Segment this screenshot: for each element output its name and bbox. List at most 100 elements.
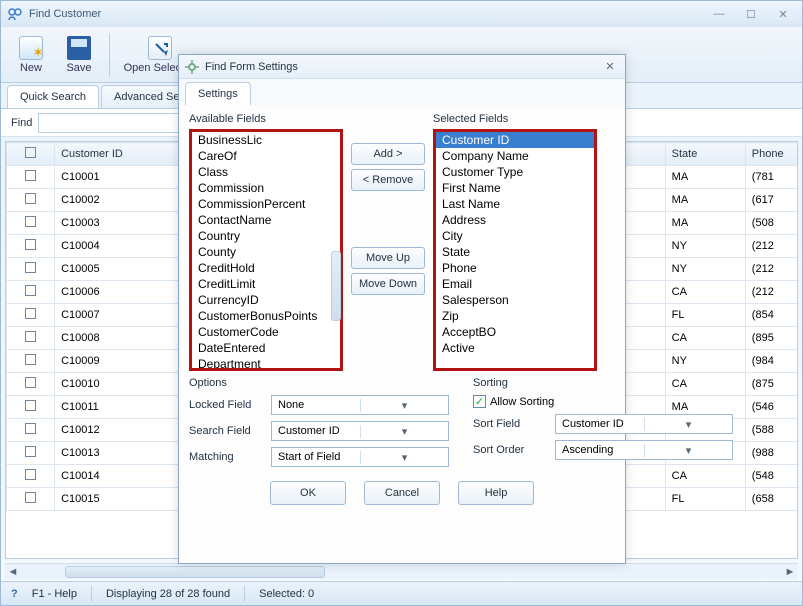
dialog-close-button[interactable]: ✕	[601, 60, 619, 73]
selected-fields-label: Selected Fields	[433, 111, 597, 129]
sort-order-label: Sort Order	[473, 444, 549, 456]
maximize-button[interactable]: ☐	[738, 5, 764, 23]
row-checkbox[interactable]	[7, 281, 55, 304]
chevron-down-icon: ▾	[360, 399, 448, 412]
list-item[interactable]: Class	[192, 164, 340, 180]
row-checkbox[interactable]	[7, 350, 55, 373]
scroll-left-icon[interactable]: ◄	[5, 564, 21, 580]
list-item[interactable]: CustomerCode	[192, 324, 340, 340]
row-checkbox[interactable]	[7, 235, 55, 258]
dialog-title: Find Form Settings	[205, 61, 601, 73]
column-header[interactable]: Phone	[745, 143, 798, 166]
column-header[interactable]: State	[665, 143, 745, 166]
list-item[interactable]: Phone	[436, 260, 594, 276]
scroll-right-icon[interactable]: ►	[782, 564, 798, 580]
save-button[interactable]: Save	[57, 30, 101, 80]
locked-field-label: Locked Field	[189, 399, 265, 411]
scroll-thumb[interactable]	[65, 566, 325, 578]
row-checkbox[interactable]	[7, 442, 55, 465]
selected-fields-listbox[interactable]: Customer IDCompany NameCustomer TypeFirs…	[433, 129, 597, 371]
column-header[interactable]	[7, 143, 55, 166]
row-checkbox[interactable]	[7, 327, 55, 350]
list-item[interactable]: DateEntered	[192, 340, 340, 356]
window-title: Find Customer	[29, 8, 706, 20]
available-fields-label: Available Fields	[189, 111, 343, 129]
tab-settings[interactable]: Settings	[185, 82, 251, 105]
list-item[interactable]: Company Name	[436, 148, 594, 164]
available-scrollbar[interactable]	[331, 251, 341, 321]
open-selected-icon	[148, 36, 172, 60]
help-icon: ?	[11, 588, 18, 600]
list-item[interactable]: County	[192, 244, 340, 260]
cancel-button[interactable]: Cancel	[364, 481, 440, 505]
list-item[interactable]: Country	[192, 228, 340, 244]
list-item[interactable]: CurrencyID	[192, 292, 340, 308]
status-count: Displaying 28 of 28 found	[106, 588, 230, 600]
list-item[interactable]: City	[436, 228, 594, 244]
list-item[interactable]: Customer ID	[436, 132, 594, 148]
sort-order-combo[interactable]: Ascending▾	[555, 440, 733, 460]
tab-quick-search[interactable]: Quick Search	[7, 85, 99, 108]
row-checkbox[interactable]	[7, 396, 55, 419]
matching-label: Matching	[189, 451, 265, 463]
chevron-down-icon: ▾	[644, 418, 732, 431]
sorting-title: Sorting	[473, 377, 733, 389]
help-button[interactable]: Help	[458, 481, 534, 505]
list-item[interactable]: Commission	[192, 180, 340, 196]
list-item[interactable]: Address	[436, 212, 594, 228]
add-button[interactable]: Add >	[351, 143, 425, 165]
list-item[interactable]: Active	[436, 340, 594, 356]
app-icon	[7, 6, 23, 22]
close-button[interactable]: ✕	[770, 5, 796, 23]
row-checkbox[interactable]	[7, 488, 55, 511]
find-label: Find	[11, 117, 32, 129]
new-icon: ✶	[19, 36, 43, 60]
list-item[interactable]: AcceptBO	[436, 324, 594, 340]
list-item[interactable]: Zip	[436, 308, 594, 324]
search-field-combo[interactable]: Customer ID▾	[271, 421, 449, 441]
sort-field-combo[interactable]: Customer ID▾	[555, 414, 733, 434]
list-item[interactable]: Customer Type	[436, 164, 594, 180]
chevron-down-icon: ▾	[644, 444, 732, 457]
remove-button[interactable]: < Remove	[351, 169, 425, 191]
list-item[interactable]: CommissionPercent	[192, 196, 340, 212]
chevron-down-icon: ▾	[360, 451, 448, 464]
row-checkbox[interactable]	[7, 373, 55, 396]
available-fields-listbox[interactable]: BusinessLicCareOfClassCommissionCommissi…	[189, 129, 343, 371]
row-checkbox[interactable]	[7, 465, 55, 488]
locked-field-combo[interactable]: None▾	[271, 395, 449, 415]
row-checkbox[interactable]	[7, 419, 55, 442]
list-item[interactable]: Last Name	[436, 196, 594, 212]
minimize-button[interactable]: —	[706, 5, 732, 23]
status-selected: Selected: 0	[259, 588, 314, 600]
list-item[interactable]: BusinessLic	[192, 132, 340, 148]
checkbox-checked-icon: ✓	[473, 395, 486, 408]
row-checkbox[interactable]	[7, 304, 55, 327]
list-item[interactable]: ContactName	[192, 212, 340, 228]
list-item[interactable]: State	[436, 244, 594, 260]
horizontal-scrollbar[interactable]: ◄ ►	[5, 563, 798, 579]
save-icon	[67, 36, 91, 60]
search-field-label: Search Field	[189, 425, 265, 437]
find-form-settings-dialog: Find Form Settings ✕ Settings Available …	[178, 54, 626, 564]
allow-sorting-checkbox[interactable]: ✓ Allow Sorting	[473, 395, 554, 408]
list-item[interactable]: CreditHold	[192, 260, 340, 276]
row-checkbox[interactable]	[7, 212, 55, 235]
row-checkbox[interactable]	[7, 189, 55, 212]
list-item[interactable]: CareOf	[192, 148, 340, 164]
list-item[interactable]: CreditLimit	[192, 276, 340, 292]
move-down-button[interactable]: Move Down	[351, 273, 425, 295]
list-item[interactable]: Email	[436, 276, 594, 292]
list-item[interactable]: Department	[192, 356, 340, 371]
row-checkbox[interactable]	[7, 166, 55, 189]
matching-combo[interactable]: Start of Field▾	[271, 447, 449, 467]
row-checkbox[interactable]	[7, 258, 55, 281]
new-button[interactable]: ✶ New	[9, 30, 53, 80]
list-item[interactable]: Salesperson	[436, 292, 594, 308]
ok-button[interactable]: OK	[270, 481, 346, 505]
chevron-down-icon: ▾	[360, 425, 448, 438]
move-up-button[interactable]: Move Up	[351, 247, 425, 269]
list-item[interactable]: CustomerBonusPoints	[192, 308, 340, 324]
status-help: F1 - Help	[32, 588, 77, 600]
list-item[interactable]: First Name	[436, 180, 594, 196]
